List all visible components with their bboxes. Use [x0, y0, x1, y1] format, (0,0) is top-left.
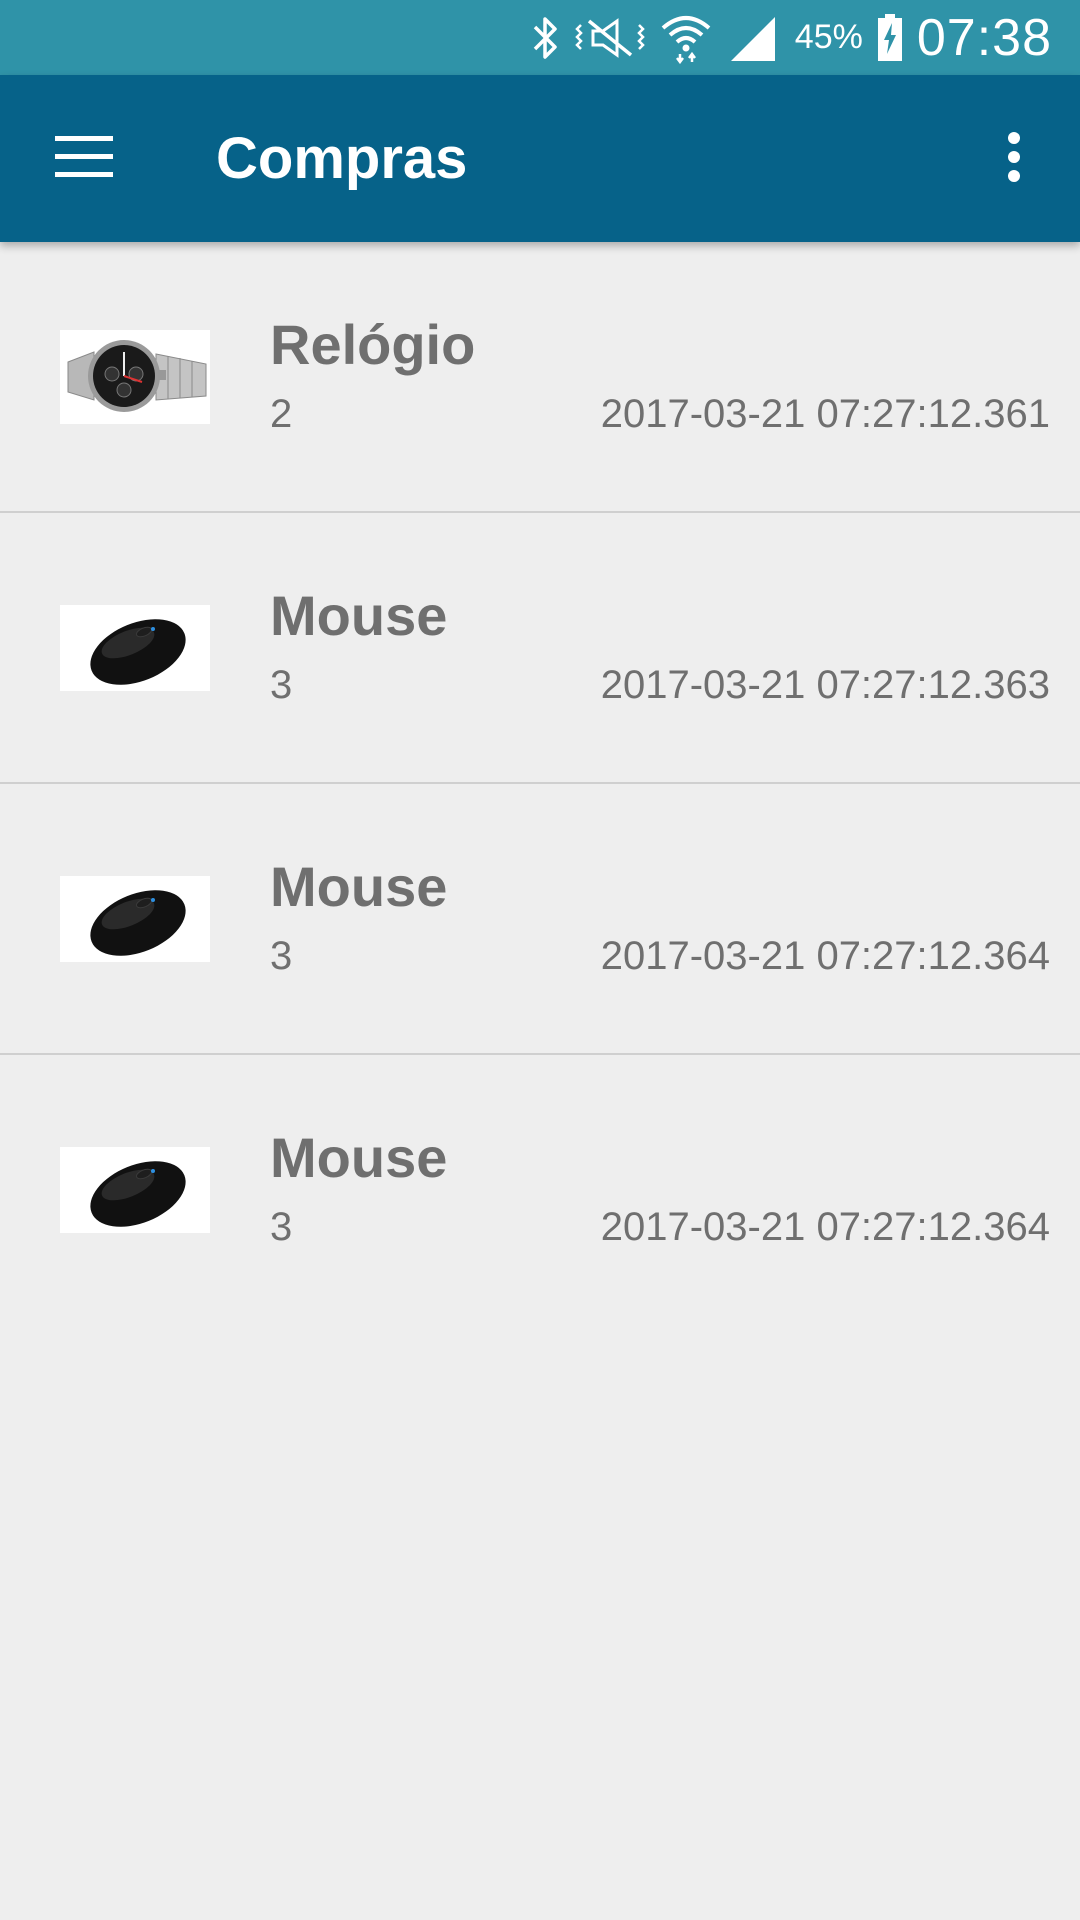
status-clock: 07:38 [916, 8, 1052, 67]
mouse-thumbnail [60, 1147, 210, 1233]
wifi-icon [659, 12, 713, 64]
bluetooth-icon [531, 15, 561, 61]
vibrate-icon [575, 15, 645, 61]
battery-percent: 45% [794, 18, 863, 56]
hamburger-menu-icon [55, 135, 113, 183]
mouse-thumbnail [60, 605, 210, 691]
watch-thumbnail [60, 330, 210, 424]
purchase-item[interactable]: Mouse 3 2017-03-21 07:27:12.364 [0, 1055, 1080, 1326]
more-options-button[interactable] [978, 115, 1050, 203]
item-name: Mouse [270, 1126, 448, 1189]
signal-icon [727, 13, 779, 63]
status-bar: 45% 07:38 [0, 0, 1080, 75]
item-date: 2017-03-21 07:27:12.361 [600, 392, 1050, 436]
purchase-list: Relógio 2 2017-03-21 07:27:12.361 Mouse … [0, 242, 1080, 1326]
status-icons: 45% 07:38 [517, 0, 1052, 75]
item-quantity: 3 [270, 1205, 293, 1249]
item-date: 2017-03-21 07:27:12.363 [600, 663, 1050, 707]
item-name: Relógio [270, 313, 476, 376]
app-bar: Compras [0, 75, 1080, 242]
purchase-item[interactable]: Mouse 3 2017-03-21 07:27:12.363 [0, 513, 1080, 784]
item-quantity: 2 [270, 392, 293, 436]
item-date: 2017-03-21 07:27:12.364 [600, 1205, 1050, 1249]
item-quantity: 3 [270, 663, 293, 707]
item-date: 2017-03-21 07:27:12.364 [600, 934, 1050, 978]
page-title: Compras [216, 126, 468, 191]
menu-button[interactable] [40, 115, 128, 203]
item-quantity: 3 [270, 934, 293, 978]
purchase-item[interactable]: Mouse 3 2017-03-21 07:27:12.364 [0, 784, 1080, 1055]
item-name: Mouse [270, 855, 448, 918]
battery-charging-icon [877, 13, 903, 62]
item-name: Mouse [270, 584, 448, 647]
more-vert-icon [1007, 131, 1021, 187]
mouse-thumbnail [60, 876, 210, 962]
purchase-item[interactable]: Relógio 2 2017-03-21 07:27:12.361 [0, 242, 1080, 513]
